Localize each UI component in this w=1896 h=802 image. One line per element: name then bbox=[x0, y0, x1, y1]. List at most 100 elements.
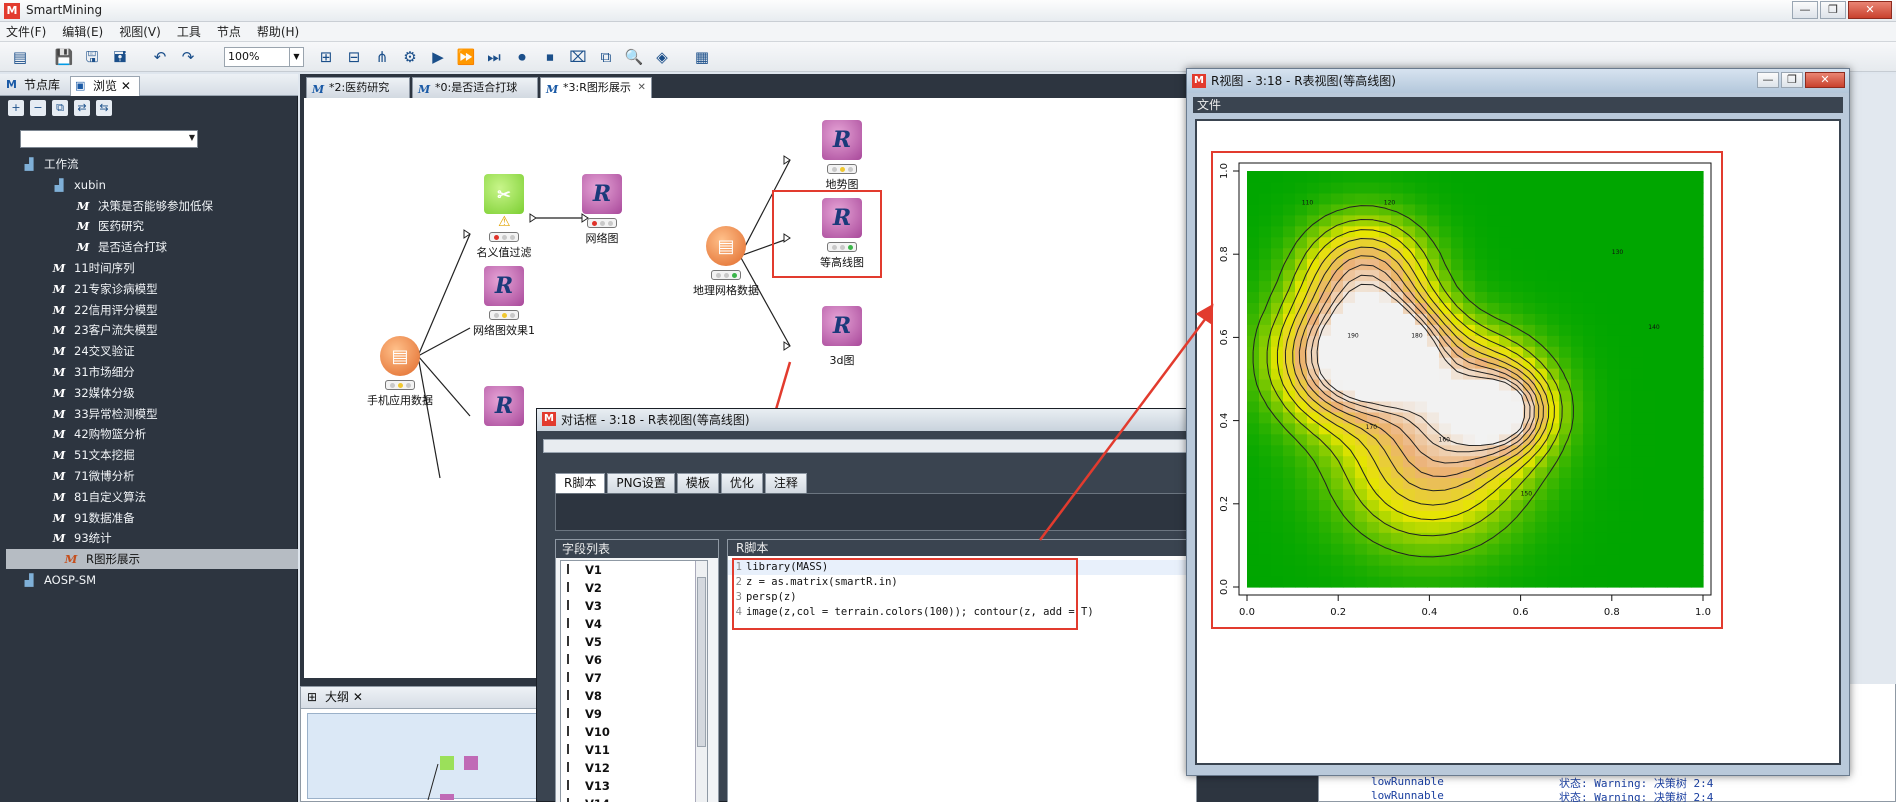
heat-cell bbox=[1343, 576, 1356, 588]
close-icon[interactable]: ✕ bbox=[637, 78, 645, 98]
tree-item[interactable]: M 32媒体分级 bbox=[50, 383, 135, 403]
step-icon[interactable]: ⏭ bbox=[482, 46, 506, 68]
copy-icon[interactable]: ⧉ bbox=[52, 100, 68, 116]
node-filter[interactable]: ✂ ⚠ 名义值过滤 bbox=[456, 174, 552, 260]
field-item[interactable]: V12 bbox=[561, 759, 707, 777]
close-icon[interactable]: ✕ bbox=[353, 690, 363, 704]
collapse-icon[interactable]: − bbox=[30, 100, 46, 116]
tree-item[interactable]: ▟ 工作流 bbox=[20, 154, 79, 174]
field-item[interactable]: V9 bbox=[561, 705, 707, 723]
close-icon[interactable]: ✕ bbox=[121, 79, 131, 93]
reset-icon[interactable]: ⌧ bbox=[566, 46, 590, 68]
tab-node-library[interactable]: M 节点库 bbox=[2, 76, 68, 96]
field-item[interactable]: V6 bbox=[561, 651, 707, 669]
view-icon[interactable]: ⧉ bbox=[594, 46, 618, 68]
tab-r-script[interactable]: R脚本 bbox=[555, 473, 606, 493]
tree-item[interactable]: M 71微博分析 bbox=[50, 466, 135, 486]
tree-item[interactable]: M 91数据准备 bbox=[50, 508, 135, 528]
minimize-button[interactable]: — bbox=[1792, 1, 1818, 19]
configure-icon[interactable]: ⚙ bbox=[398, 46, 422, 68]
tab-r-graph[interactable]: M *3:R图形展示 ✕ bbox=[540, 77, 652, 98]
restore-button[interactable]: ❐ bbox=[1781, 72, 1803, 88]
scrollbar-thumb[interactable] bbox=[697, 577, 706, 747]
menu-help[interactable]: 帮助(H) bbox=[257, 23, 299, 40]
tab-browse[interactable]: ▣ 浏览 ✕ bbox=[70, 76, 140, 96]
align-vertical-icon[interactable]: ⊟ bbox=[342, 46, 366, 68]
save-all-icon[interactable]: 🖬 bbox=[108, 46, 132, 68]
tab-suitable-for-ball[interactable]: M *0:是否适合打球 bbox=[412, 77, 539, 98]
tab-notes[interactable]: 注释 bbox=[764, 473, 807, 493]
plugin-icon[interactable]: ◈ bbox=[650, 46, 674, 68]
tree-item[interactable]: M 是否适合打球 bbox=[74, 237, 167, 257]
menu-node[interactable]: 节点 bbox=[217, 23, 241, 40]
node-3d[interactable]: R 3d图 bbox=[794, 306, 890, 368]
run-all-icon[interactable]: ⏩ bbox=[454, 46, 478, 68]
field-item[interactable]: V3 bbox=[561, 597, 707, 615]
stop-icon[interactable]: ⏺ bbox=[510, 46, 534, 68]
tab-optimize[interactable]: 优化 bbox=[720, 473, 763, 493]
field-item[interactable]: V8 bbox=[561, 687, 707, 705]
outline-preview[interactable] bbox=[307, 713, 547, 801]
tree-item[interactable]: ▟ AOSP-SM bbox=[20, 570, 97, 590]
tree-item[interactable]: M 11时间序列 bbox=[50, 258, 135, 278]
zoom-select[interactable]: 100% ▼ bbox=[224, 47, 304, 67]
tab-template[interactable]: 模板 bbox=[676, 473, 719, 493]
field-item[interactable]: V1 bbox=[561, 561, 707, 579]
field-item[interactable]: V11 bbox=[561, 741, 707, 759]
close-button[interactable]: ✕ bbox=[1805, 72, 1845, 88]
tree-item[interactable]: M 81自定义算法 bbox=[50, 487, 147, 507]
minimize-button[interactable]: — bbox=[1757, 72, 1779, 88]
field-item[interactable]: V14 bbox=[561, 795, 707, 802]
tree-item[interactable]: M R图形展示 bbox=[6, 549, 298, 570]
tree-item[interactable]: M 51文本挖掘 bbox=[50, 445, 135, 465]
expand-icon[interactable]: + bbox=[8, 100, 24, 116]
tree-item[interactable]: M 医药研究 bbox=[74, 216, 144, 236]
stop-all-icon[interactable]: ⏹ bbox=[538, 46, 562, 68]
node-network-effect[interactable]: R 网络图效果1 bbox=[456, 266, 552, 338]
field-item[interactable]: V2 bbox=[561, 579, 707, 597]
align-horizontal-icon[interactable]: ⊞ bbox=[314, 46, 338, 68]
tree-item[interactable]: M 93统计 bbox=[50, 528, 112, 548]
node-terrain[interactable]: R 地势图 bbox=[794, 120, 890, 192]
tree-layout-icon[interactable]: ⋔ bbox=[370, 46, 394, 68]
field-item[interactable]: V4 bbox=[561, 615, 707, 633]
grid-icon[interactable]: ▦ bbox=[690, 46, 714, 68]
tree-item[interactable]: M 21专家诊病模型 bbox=[50, 279, 158, 299]
menu-file[interactable]: 文件(F) bbox=[6, 23, 46, 40]
search-icon[interactable]: 🔍 bbox=[622, 46, 646, 68]
r-view-menu-file[interactable]: 文件 bbox=[1193, 97, 1843, 113]
workspace-select[interactable]: ▼ bbox=[20, 130, 198, 148]
tree-item[interactable]: M 33异常检测模型 bbox=[50, 404, 158, 424]
field-item[interactable]: V10 bbox=[561, 723, 707, 741]
node-mobile-data[interactable]: ▤ 手机应用数据 bbox=[352, 336, 448, 408]
tree-item[interactable]: M 22信用评分模型 bbox=[50, 300, 158, 320]
field-item[interactable]: V5 bbox=[561, 633, 707, 651]
node-network[interactable]: R 网络图 bbox=[554, 174, 650, 246]
redo-icon[interactable]: ↷ bbox=[176, 46, 200, 68]
run-icon[interactable]: ▶ bbox=[426, 46, 450, 68]
link-icon[interactable]: ⇆ bbox=[96, 100, 112, 116]
sync-icon[interactable]: ⇄ bbox=[74, 100, 90, 116]
tree-item[interactable]: M 42购物篮分析 bbox=[50, 424, 147, 444]
tree-item[interactable]: M 决策是否能够参加低保 bbox=[74, 196, 213, 216]
restore-button[interactable]: ❐ bbox=[1820, 1, 1846, 19]
scrollbar[interactable] bbox=[695, 561, 707, 802]
tab-png-settings[interactable]: PNG设置 bbox=[607, 473, 675, 493]
tree-item[interactable]: M 24交叉验证 bbox=[50, 341, 135, 361]
save-as-icon[interactable]: 🖫 bbox=[80, 46, 104, 68]
save-icon[interactable]: 💾 bbox=[52, 46, 76, 68]
field-item[interactable]: V7 bbox=[561, 669, 707, 687]
menu-tools[interactable]: 工具 bbox=[177, 23, 201, 40]
tree-item[interactable]: ▟ xubin bbox=[50, 175, 106, 195]
menu-view[interactable]: 视图(V) bbox=[119, 23, 161, 40]
tree-item[interactable]: M 23客户流失模型 bbox=[50, 320, 158, 340]
field-item[interactable]: V13 bbox=[561, 777, 707, 795]
heat-cell bbox=[1271, 225, 1284, 238]
node-geo-data[interactable]: ▤ 地理网格数据 bbox=[678, 226, 774, 298]
new-icon[interactable]: ▤ bbox=[8, 46, 32, 68]
undo-icon[interactable]: ↶ bbox=[148, 46, 172, 68]
menu-edit[interactable]: 编辑(E) bbox=[62, 23, 103, 40]
close-button[interactable]: ✕ bbox=[1848, 1, 1892, 19]
tree-item[interactable]: M 31市场细分 bbox=[50, 362, 135, 382]
tab-medical-research[interactable]: M *2:医药研究 bbox=[306, 77, 411, 98]
